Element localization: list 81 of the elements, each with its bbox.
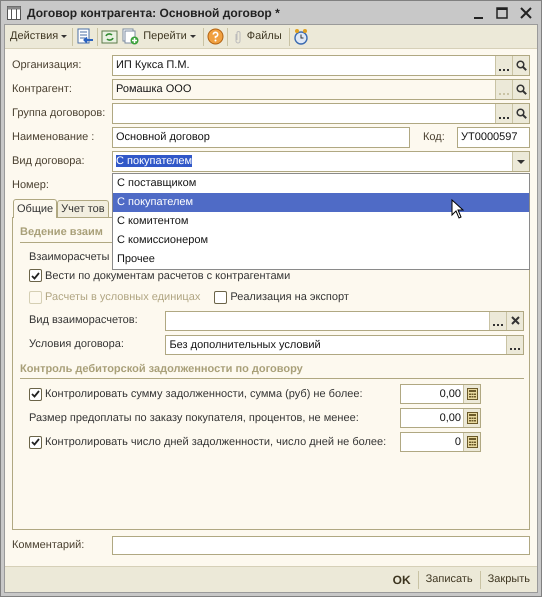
ellipsis-icon [498, 93, 510, 96]
clear-button[interactable] [506, 312, 523, 330]
input-field[interactable]: Основной договор [112, 127, 410, 148]
document-arrow-icon [76, 28, 94, 45]
input-field[interactable]: УТ0000597 [457, 127, 530, 148]
ellipsis-icon [492, 324, 504, 326]
tab[interactable]: Общие [13, 199, 58, 218]
input-field[interactable]: ИП Кукса П.М. [112, 55, 530, 76]
select-button[interactable] [489, 312, 506, 330]
checkbox[interactable]: Вести по документам расчетов с контрагентами [29, 268, 524, 284]
window-title: Договор контрагента: Основной договор * [27, 4, 281, 22]
field-label: Контрагент: [12, 82, 73, 98]
search-button[interactable] [512, 104, 529, 123]
field-label: Наименование : [12, 130, 96, 146]
actions-menu[interactable]: Действия [8, 28, 70, 45]
caret-icon [517, 160, 525, 164]
select-button[interactable] [495, 104, 512, 123]
number-field[interactable]: 0 [400, 432, 481, 452]
help-icon [206, 28, 224, 45]
input-field[interactable] [112, 103, 530, 124]
caret-icon [190, 35, 196, 38]
close-icon [510, 316, 520, 325]
close-icon [520, 6, 532, 18]
files-button[interactable]: Файлы [230, 28, 286, 45]
field-label: Вид договора: [12, 154, 86, 170]
field-label: Взаиморасчеты [29, 250, 110, 264]
calculator-button[interactable] [463, 385, 480, 403]
search-button[interactable] [512, 56, 529, 75]
caret-icon [61, 35, 68, 38]
mouse-pointer-icon [451, 199, 464, 219]
alarm-clock-icon [292, 28, 309, 45]
calculator-button[interactable] [463, 433, 480, 451]
check-icon [31, 272, 40, 280]
checkbox[interactable]: Реализация на экспорт [214, 289, 349, 306]
ellipsis-icon [498, 117, 510, 120]
footer-button[interactable]: Закрыть [484, 571, 534, 588]
paperclip-icon [234, 30, 241, 44]
field-label: Условия договора: [29, 337, 125, 352]
ellipsis-icon [510, 348, 520, 350]
check-icon [31, 390, 40, 398]
calculator-button[interactable] [463, 409, 480, 427]
footer-button[interactable]: Записать [422, 571, 477, 588]
goto-menu[interactable]: Перейти [139, 28, 200, 45]
section-title: Контроль дебиторской задолженности по договору [20, 360, 524, 379]
input-field[interactable] [165, 310, 524, 330]
search-button[interactable] [512, 80, 529, 99]
input-field[interactable] [112, 536, 530, 555]
dropdown-option[interactable]: С поставщиком [113, 174, 529, 193]
number-field[interactable]: 0,00 [400, 408, 481, 428]
dropdown-field[interactable]: С покупателем [112, 151, 530, 172]
refresh-icon [101, 28, 118, 44]
add-copy-icon [122, 28, 140, 45]
checkbox[interactable]: Контролировать число дней задолженности, число дней не более: [29, 434, 400, 450]
input-field[interactable]: Ромашка ООО [112, 79, 530, 100]
select-button[interactable] [506, 336, 523, 354]
calculator-icon [466, 436, 478, 448]
calculator-icon [466, 412, 478, 424]
checkbox[interactable]: Контролировать сумму задолженности, сумма (руб) не более: [29, 386, 400, 402]
field-label: Группа договоров: [12, 106, 106, 122]
input-field[interactable]: Без дополнительных условий [165, 334, 524, 354]
search-icon [516, 84, 526, 95]
field-label: Вид взаиморасчетов: [29, 313, 139, 328]
field-label: Размер предоплаты по заказу покупателя, процентов, не менее: [29, 412, 359, 424]
calculator-icon [466, 388, 478, 400]
ellipsis-icon [498, 69, 510, 72]
search-icon [516, 108, 526, 119]
field-label: Номер: [12, 178, 50, 194]
maximize-icon [496, 6, 508, 18]
dropdown-option[interactable]: Прочее [113, 250, 529, 269]
dropdown-option[interactable]: С покупателем [113, 193, 529, 212]
footer-button[interactable]: OK [388, 570, 415, 588]
check-icon [31, 438, 40, 446]
field-label: Организация: [12, 58, 82, 74]
number-field[interactable]: 0,00 [400, 384, 481, 404]
field-label: Комментарий: [12, 538, 86, 554]
minimize-icon [474, 16, 482, 18]
select-button[interactable] [495, 56, 512, 75]
field-label: Код: [423, 130, 446, 146]
search-icon [516, 60, 526, 71]
tab[interactable]: Учет тов [57, 200, 109, 217]
table-icon [7, 6, 21, 20]
